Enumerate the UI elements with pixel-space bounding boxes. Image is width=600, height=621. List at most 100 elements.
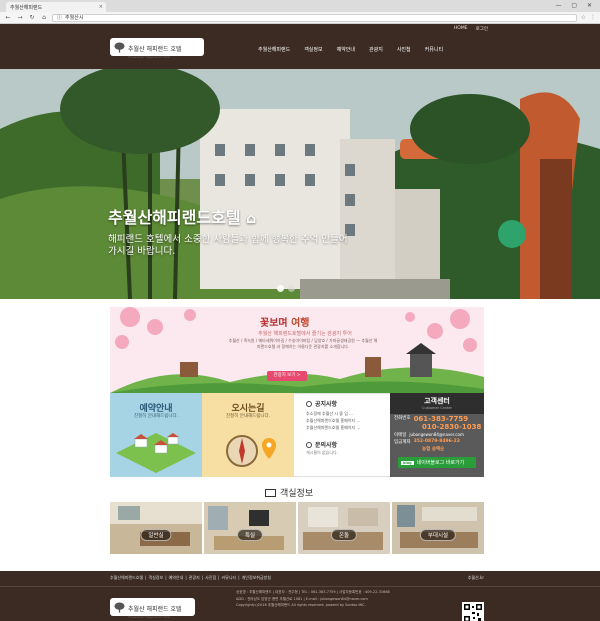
footer-info-line: 상호명 : 추월산해피랜드 | 대표자 : 전주형 | TEL : 061-38… [236, 590, 390, 594]
tree-logo-icon [114, 601, 125, 613]
rooms-section-title: 객실정보 [265, 486, 313, 499]
notice-heading[interactable]: 공지사항 [306, 399, 337, 408]
customer-center-sub: Customer Center [422, 406, 452, 410]
util-home-link[interactable]: HOME [454, 26, 468, 32]
qa-heading[interactable]: 문의사항 [306, 440, 337, 449]
phone-number-1: 061-383-7759 [413, 415, 469, 423]
footer-logo-wordmark: 추월산 해피랜드 호텔 Chuwolsan Happyland Hotel [128, 596, 182, 619]
room-label: 온돌 [330, 529, 358, 541]
room-photo [298, 502, 390, 554]
hero-title-text: 추월산해피랜드호텔 [108, 208, 241, 227]
qa-empty-text: 게시물이 없습니다. [306, 450, 338, 455]
forward-icon[interactable]: → [16, 14, 24, 21]
account-number: 352-0879-8496-23 [413, 439, 460, 444]
room-card-facilities[interactable]: 부대시설 [392, 502, 484, 554]
email-row: 이메일 jubongewon84@naver.com [394, 432, 464, 438]
naver-blog-button[interactable]: blog 네이버블로그 바로가기 [398, 457, 476, 468]
nav-item-reservation[interactable]: 예약안내 [337, 46, 355, 53]
customer-center-header: 고객센터 Customer Center [390, 393, 484, 414]
address-bar[interactable]: ⓘ 추월산시 [52, 13, 577, 22]
promo-banner[interactable]: 꽃보며 여행 추월산 해피랜드호텔에서 즐기는 관광지 투어 추월산 / 죽녹원… [110, 307, 484, 393]
slider-dot-1[interactable] [277, 285, 284, 292]
footer-link-reservation[interactable]: 예약안내 [169, 575, 184, 581]
qr-code-icon [462, 602, 484, 621]
notice-item[interactable]: 추소정에 추월산 시 뜰 입 ... [306, 411, 353, 417]
tab-title: 추월산해피랜드 [10, 5, 43, 11]
footer-link-community[interactable]: 커뮤니티 [221, 575, 236, 581]
email-value: jubongewon84@naver.com [409, 432, 464, 437]
tree-logo-icon [114, 41, 125, 53]
browser-tab[interactable]: 추월산해피랜드 × [6, 2, 106, 12]
main-nav: 추월산해피랜드 객실정보 예약안내 관광지 사진첩 커뮤니티 [258, 46, 443, 53]
nav-item-happyland[interactable]: 추월산해피랜드 [258, 46, 290, 53]
utility-links: HOME 로그인 [454, 26, 488, 32]
room-label: 일반실 [140, 529, 172, 541]
footer-logo-text: 추월산 해피랜드 호텔 [128, 605, 182, 613]
footer-divider: | [201, 575, 204, 580]
tree-icon: ⌂ [246, 211, 257, 227]
qa-title: 문의사항 [315, 442, 338, 449]
menu-icon[interactable]: ⋮ [590, 14, 596, 21]
customer-center-box: 고객센터 Customer Center 전화번호 061-383-7759 0… [390, 393, 484, 477]
promo-list: 추월산 / 죽녹원 / 메타세쿼이아길 / 수송아이파탐 / 담양호 / 가마골… [228, 338, 378, 349]
reservation-box[interactable]: 예약안내 친절히 안내해드립니다. [110, 393, 202, 477]
nav-item-community[interactable]: 커뮤니티 [425, 46, 443, 53]
site-header: HOME 로그인 추월산 해피랜드 호텔 Chuwolsan Happyland… [0, 24, 600, 69]
slider-dot-2[interactable] [288, 285, 295, 292]
footer-divider: | [145, 575, 147, 580]
footer-link-privacy[interactable]: 개인정보취급방침 [242, 575, 271, 581]
window-controls[interactable]: — ▢ ✕ [555, 2, 596, 9]
nav-item-gallery[interactable]: 사진첩 [397, 46, 411, 53]
notice-item[interactable]: 추월산해피랜드호텔 홈페이지 ... [306, 425, 360, 431]
rooms-title-text: 객실정보 [280, 489, 314, 499]
footer-link-tourism[interactable]: 관광지 [189, 575, 200, 581]
phone-label: 전화번호 [394, 416, 411, 421]
footer-link-home[interactable]: 추월산해피랜드호텔 [110, 575, 143, 581]
notice-icon [306, 400, 312, 407]
logo-sub: Chuwolsan Happyland Hotel [128, 54, 171, 59]
footer-links: 추월산해피랜드호텔 | 객실정보 | 예약안내 | 관광지 | 사진첩 | 커뮤… [110, 575, 271, 581]
footer-link-gallery[interactable]: 사진첩 [205, 575, 216, 581]
reload-icon[interactable]: ↻ [28, 14, 36, 21]
promo-title-a: 꽃보며 [260, 318, 288, 329]
room-label: 특실 [236, 529, 264, 541]
site-logo[interactable]: 추월산 해피랜드 호텔 Chuwolsan Happyland Hotel [110, 36, 204, 59]
room-card-suite[interactable]: 특실 [204, 502, 296, 554]
room-photo [110, 502, 202, 554]
footer-info: 상호명 : 추월산해피랜드 | 대표자 : 전주형 | TEL : 061-38… [236, 589, 390, 609]
customer-center-title: 고객센터 [424, 397, 450, 405]
footer-link-rooms[interactable]: 객실정보 [148, 575, 163, 581]
qa-icon [306, 441, 312, 448]
footer-info-line: Copyright(c)2016 추월산해피랜드 All rights rese… [236, 603, 366, 607]
room-label: 부대시설 [419, 529, 457, 541]
resort-illustration-icon [116, 433, 196, 473]
home-icon[interactable]: ⌂ [40, 14, 48, 21]
back-icon[interactable]: ← [4, 14, 12, 21]
notice-item[interactable]: 추월산해피랜드호텔 홈페이지 ... [306, 418, 360, 424]
nav-item-tourism[interactable]: 관광지 [369, 46, 383, 53]
slider-pagination [277, 285, 295, 292]
logo-text: 추월산 해피랜드 호텔 [128, 45, 182, 53]
browser-tabstrip: 추월산해피랜드 × — ▢ ✕ [0, 0, 600, 12]
quick-links: 예약안내 친절히 안내해드립니다. 오시는길 친절히 안내해드립니다. 공지사항… [110, 393, 484, 477]
footer-logo[interactable]: 추월산 해피랜드 호텔 Chuwolsan Happyland Hotel [110, 596, 195, 619]
tab-close-icon[interactable]: × [99, 4, 103, 10]
room-card-ondol[interactable]: 온돌 [298, 502, 390, 554]
directions-box[interactable]: 오시는길 친절히 안내해드립니다. [202, 393, 294, 477]
util-login-link[interactable]: 로그인 [476, 26, 488, 32]
account-holder-row: 농협 송택순 [422, 446, 444, 452]
web-page: HOME 로그인 추월산 해피랜드 호텔 Chuwolsan Happyland… [0, 24, 600, 621]
promo-title-b: 여행 [287, 318, 310, 329]
phone-number-2: 010-2830-1038 [422, 423, 482, 431]
room-card-standard[interactable]: 일반실 [110, 502, 202, 554]
footer-divider: | [238, 575, 240, 580]
bookmark-star-icon[interactable]: ☆ [581, 14, 586, 21]
footer-divider: | [218, 575, 220, 580]
nav-item-rooms[interactable]: 객실정보 [304, 46, 322, 53]
room-photo [204, 502, 296, 554]
tourism-view-button[interactable]: 관광지 보기 > [267, 371, 307, 381]
site-footer: 추월산해피랜드호텔 | 객실정보 | 예약안내 | 관광지 | 사진첩 | 커뮤… [0, 571, 600, 621]
room-photo [392, 502, 484, 554]
hero-slider[interactable]: 추월산해피랜드호텔 ⌂ 해피랜드 호텔에서 소중한 사람들과 함께 행복한 추억… [0, 69, 600, 299]
logo-wordmark: 추월산 해피랜드 호텔 Chuwolsan Happyland Hotel [128, 36, 182, 59]
